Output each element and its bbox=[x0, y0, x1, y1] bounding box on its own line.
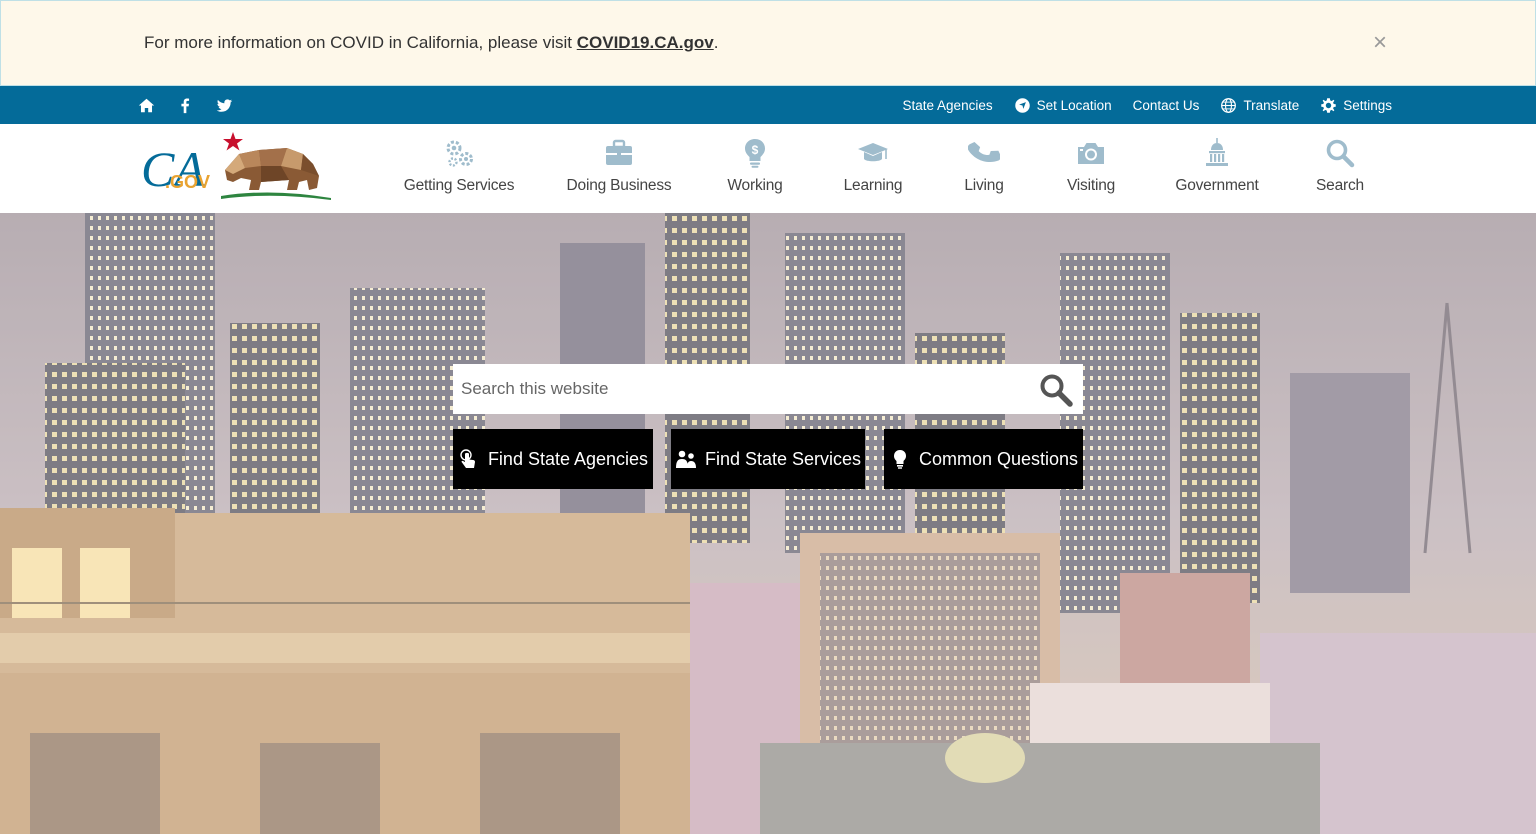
nav-label-visiting: Visiting bbox=[1066, 177, 1116, 194]
home-icon[interactable] bbox=[138, 97, 155, 114]
settings-label: Settings bbox=[1343, 97, 1392, 113]
find-agencies-label: Find State Agencies bbox=[487, 448, 649, 469]
location-icon bbox=[1014, 97, 1030, 113]
site-header: CA .GOV Getting Services Doing Business … bbox=[0, 124, 1536, 213]
nav-label-learning: Learning bbox=[843, 177, 903, 194]
nav-learning[interactable]: Learning bbox=[812, 124, 934, 213]
nav-label-doing-business: Doing Business bbox=[566, 177, 672, 194]
hero-overlay bbox=[0, 213, 1536, 834]
set-location-link[interactable]: Set Location bbox=[1014, 97, 1112, 114]
people-icon bbox=[675, 450, 696, 468]
alert-period: . bbox=[713, 33, 719, 52]
nav-visiting[interactable]: Visiting bbox=[1034, 124, 1148, 213]
ca-gov-logo[interactable]: CA .GOV bbox=[141, 130, 333, 202]
covid-alert-banner: For more information on COVID in Califor… bbox=[0, 0, 1536, 86]
lightbulb-icon bbox=[893, 450, 906, 469]
nav-search[interactable]: Search bbox=[1286, 124, 1394, 213]
gear-icon bbox=[1321, 97, 1336, 113]
common-questions-button[interactable]: Common Questions bbox=[884, 429, 1083, 489]
find-state-services-button[interactable]: Find State Services bbox=[671, 429, 865, 489]
social-links bbox=[138, 86, 233, 124]
briefcase-icon bbox=[606, 139, 632, 165]
covid-link[interactable]: COVID19.CA.gov bbox=[577, 33, 714, 52]
facebook-icon[interactable] bbox=[177, 97, 194, 114]
lightbulb-dollar-icon: $ bbox=[745, 139, 765, 168]
common-questions-label: Common Questions bbox=[918, 448, 1079, 469]
search-input[interactable] bbox=[453, 364, 1033, 414]
contact-us-link[interactable]: Contact Us bbox=[1133, 98, 1200, 113]
star-icon bbox=[223, 132, 243, 151]
set-location-label: Set Location bbox=[1036, 97, 1112, 113]
globe-icon bbox=[1221, 97, 1237, 113]
search-icon bbox=[1326, 139, 1355, 168]
nav-living[interactable]: Living bbox=[934, 124, 1034, 213]
gears-icon bbox=[446, 140, 473, 167]
capitol-icon bbox=[1206, 138, 1228, 166]
alert-message: For more information on COVID in Califor… bbox=[144, 33, 718, 53]
state-agencies-label: State Agencies bbox=[902, 97, 993, 113]
contact-us-label: Contact Us bbox=[1132, 97, 1200, 113]
nav-label-living: Living bbox=[964, 177, 1004, 194]
nav-label-working: Working bbox=[727, 177, 783, 194]
nav-label-search: Search bbox=[1316, 177, 1364, 194]
graduation-cap-icon bbox=[858, 143, 888, 162]
phone-icon bbox=[968, 142, 1000, 163]
search-bar bbox=[453, 364, 1083, 414]
nav-working[interactable]: $ Working bbox=[698, 124, 812, 213]
translate-label: Translate bbox=[1243, 97, 1300, 113]
nav-label-government: Government bbox=[1175, 177, 1259, 194]
twitter-icon[interactable] bbox=[216, 97, 233, 114]
state-agencies-link[interactable]: State Agencies bbox=[903, 98, 993, 113]
main-nav: Getting Services Doing Business $ Workin… bbox=[378, 124, 1394, 213]
find-services-label: Find State Services bbox=[704, 448, 862, 469]
nav-government[interactable]: Government bbox=[1148, 124, 1286, 213]
utility-links: State Agencies Set Location Contact Us T… bbox=[903, 86, 1392, 124]
pointer-hand-icon bbox=[460, 449, 475, 468]
nav-getting-services[interactable]: Getting Services bbox=[378, 124, 540, 213]
alert-text: For more information on COVID in Califor… bbox=[144, 33, 577, 52]
bear-icon bbox=[221, 148, 331, 200]
nav-doing-business[interactable]: Doing Business bbox=[540, 124, 698, 213]
close-alert-button[interactable]: × bbox=[1373, 29, 1387, 57]
utility-bar: State Agencies Set Location Contact Us T… bbox=[0, 86, 1536, 124]
hero-section: Find State Agencies Find State Services … bbox=[0, 213, 1536, 834]
translate-link[interactable]: Translate bbox=[1220, 97, 1299, 114]
find-state-agencies-button[interactable]: Find State Agencies bbox=[453, 429, 653, 489]
search-submit-icon[interactable] bbox=[1038, 372, 1074, 408]
logo-gov-text: .GOV bbox=[165, 172, 210, 192]
camera-icon bbox=[1078, 143, 1104, 164]
svg-text:$: $ bbox=[752, 143, 759, 157]
settings-link[interactable]: Settings bbox=[1320, 97, 1392, 114]
nav-label-getting-services: Getting Services bbox=[403, 177, 515, 194]
